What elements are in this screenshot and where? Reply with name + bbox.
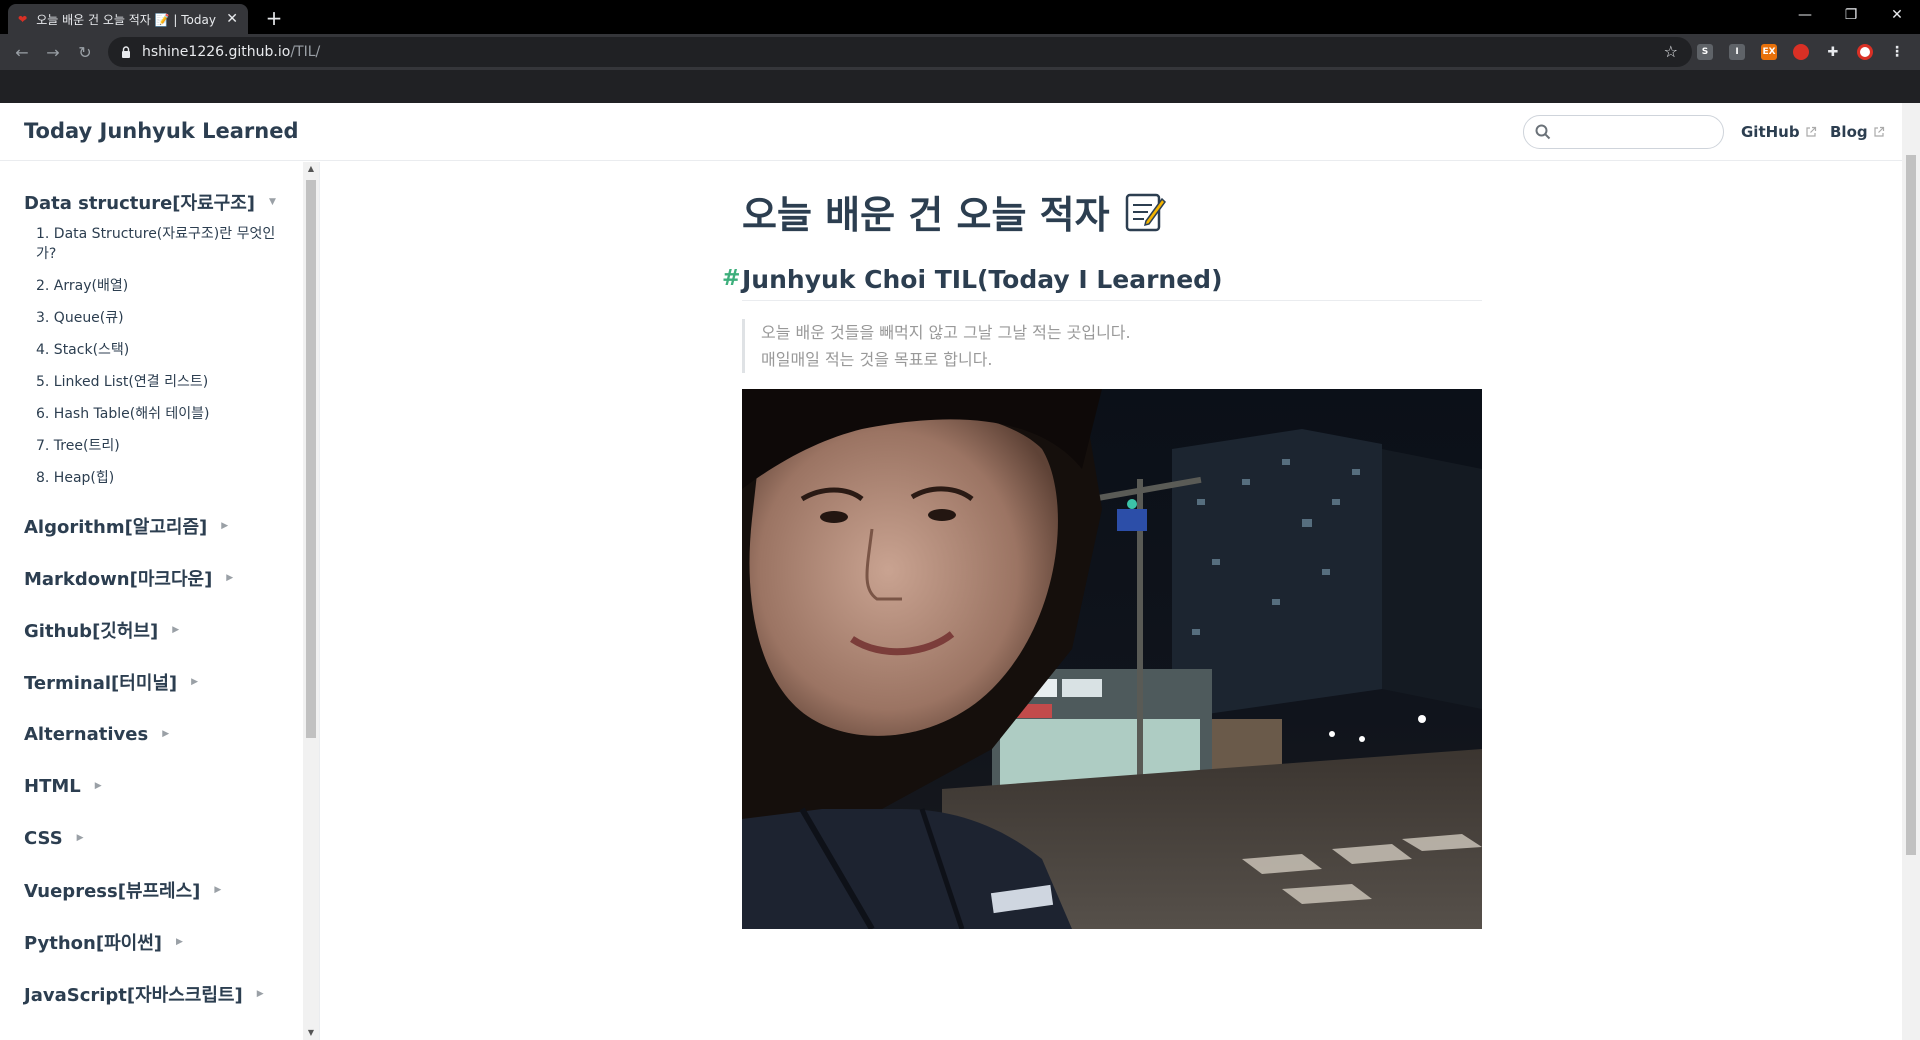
quote-line: 매일매일 적는 것을 목표로 합니다. [761, 350, 993, 369]
lock-icon [122, 46, 130, 58]
sidebar-group-github[interactable]: Github[깃허브] ▶ [0, 604, 319, 656]
sidebar-item[interactable]: 6. Hash Table(해쉬 테이블) [36, 404, 289, 424]
chevron-right-icon: ▶ [162, 729, 170, 739]
reload-button[interactable]: ↻ [72, 39, 98, 65]
address-bar[interactable]: hshine1226.github.io/TIL/ ☆ [108, 37, 1692, 67]
sidebar-scrollbar[interactable]: ▲ ▼ [303, 162, 319, 1040]
sidebar-item[interactable]: 1. Data Structure(자료구조)란 무엇인가? [36, 224, 289, 264]
nav-link-label: Blog [1830, 123, 1868, 141]
restore-button[interactable]: ❐ [1828, 0, 1874, 30]
sidebar-item[interactable]: 2. Array(배열) [36, 276, 289, 296]
scroll-down-arrow-icon[interactable]: ▼ [306, 1028, 316, 1038]
extension-s-icon[interactable]: S [1697, 44, 1713, 60]
extension-i-icon[interactable]: I [1729, 44, 1745, 60]
browser-toolbar: ← → ↻ hshine1226.github.io/TIL/ ☆ S I EX… [0, 34, 1920, 70]
section-heading: # Junhyuk Choi TIL(Today I Learned) [722, 265, 1482, 301]
sidebar-group-alternatives[interactable]: Alternatives ▶ [0, 708, 319, 760]
web-page: Today Junhyuk Learned GitHub Blog Data s… [0, 103, 1920, 1040]
quote-line: 오늘 배운 것들을 빼먹지 않고 그날 그날 적는 곳입니다. [761, 323, 1131, 342]
sidebar-group-title: CSS [24, 827, 63, 849]
chevron-right-icon: ▶ [94, 781, 102, 791]
tab-strip: ❤ 오늘 배운 건 오늘 적자 📝 | Today Junhyuk Learne… [0, 0, 1920, 34]
nav-link-github[interactable]: GitHub [1741, 123, 1817, 141]
heading-anchor-link[interactable]: # [722, 266, 740, 291]
sidebar-group-title: Markdown[마크다운] [24, 569, 213, 590]
sidebar-group-python[interactable]: Python[파이썬] ▶ [0, 916, 319, 968]
night-street-selfie-image [742, 389, 1482, 929]
site-navbar: Today Junhyuk Learned GitHub Blog [0, 103, 1902, 161]
bookmark-star-icon[interactable]: ☆ [1664, 42, 1678, 61]
sidebar-group-css[interactable]: CSS ▶ [0, 812, 319, 864]
extension-ex-icon[interactable]: EX [1761, 44, 1777, 60]
sidebar-scroll-thumb[interactable] [306, 180, 316, 738]
chevron-right-icon: ▶ [214, 885, 222, 895]
sidebar-group-title: HTML [24, 775, 81, 797]
search-box[interactable] [1523, 115, 1724, 149]
close-tab-icon[interactable]: ✕ [226, 11, 238, 27]
chevron-right-icon: ▶ [176, 937, 183, 947]
sidebar-group-title: JavaScript[자바스크립트] [24, 985, 243, 1006]
minimize-button[interactable]: — [1782, 0, 1828, 30]
sidebar-group-data-structure[interactable]: Data structure[자료구조] ▼ [0, 176, 319, 228]
sidebar-group-title: Algorithm[알고리즘] [24, 517, 208, 538]
memo-emoji-icon [1125, 193, 1166, 231]
chevron-right-icon: ▶ [76, 833, 84, 843]
chevron-right-icon: ▶ [191, 677, 199, 687]
chevron-down-icon: ▼ [268, 197, 276, 207]
chevron-right-icon: ▶ [172, 625, 180, 635]
sidebar-group-title: Data structure[자료구조] [24, 193, 255, 214]
page-title: 오늘 배운 건 오늘 적자 [742, 184, 1482, 239]
sidebar-group-vuepress[interactable]: Vuepress[뷰프레스] ▶ [0, 864, 319, 916]
external-link-icon [1874, 126, 1884, 137]
tab-title: 오늘 배운 건 오늘 적자 📝 | Today Junhyuk Learned [36, 12, 218, 27]
search-input[interactable] [1560, 122, 1710, 142]
sidebar-item[interactable]: 5. Linked List(연결 리스트) [36, 372, 289, 392]
sidebar-item[interactable]: 4. Stack(스택) [36, 340, 289, 360]
page-scroll-thumb[interactable] [1906, 155, 1916, 855]
sidebar-group-html[interactable]: HTML ▶ [0, 760, 319, 812]
heart-favicon-icon: ❤ [18, 12, 28, 26]
chevron-right-icon: ▶ [256, 989, 264, 999]
sidebar-item-list: 1. Data Structure(자료구조)란 무엇인가? 2. Array(… [0, 224, 319, 488]
url-path: /TIL/ [290, 44, 321, 60]
back-button[interactable]: ← [9, 39, 35, 65]
close-window-button[interactable]: ✕ [1874, 0, 1920, 30]
chevron-right-icon: ▶ [221, 521, 229, 531]
url-host: hshine1226.github.io [142, 44, 291, 60]
page-title-text: 오늘 배운 건 오늘 적자 [742, 193, 1110, 237]
search-icon [1535, 124, 1551, 140]
section-heading-text: Junhyuk Choi TIL(Today I Learned) [742, 265, 1223, 294]
page-scrollbar[interactable] [1902, 103, 1920, 1040]
sidebar-group-algorithm[interactable]: Algorithm[알고리즘] ▶ [0, 500, 319, 552]
intro-blockquote: 오늘 배운 것들을 빼먹지 않고 그날 그날 적는 곳입니다. 매일매일 적는 … [742, 319, 1482, 373]
browser-tab[interactable]: ❤ 오늘 배운 건 오늘 적자 📝 | Today Junhyuk Learne… [8, 4, 248, 34]
sidebar-group-terminal[interactable]: Terminal[터미널] ▶ [0, 656, 319, 708]
sidebar-group-title: Python[파이썬] [24, 933, 162, 954]
profile-avatar-icon[interactable] [1857, 44, 1873, 60]
sidebar-group-title: Github[깃허브] [24, 621, 159, 642]
sidebar: Data structure[자료구조] ▼ 1. Data Structure… [0, 162, 320, 1040]
sidebar-group-title: Vuepress[뷰프레스] [24, 881, 201, 902]
extension-red-icon[interactable] [1793, 44, 1809, 60]
sidebar-group-javascript[interactable]: JavaScript[자바스크립트] ▶ [0, 968, 319, 1020]
scroll-up-arrow-icon[interactable]: ▲ [306, 164, 316, 174]
external-link-icon [1805, 126, 1816, 137]
browser-menu-icon[interactable]: ⋮ [1889, 44, 1905, 60]
extensions-puzzle-icon[interactable]: ✚ [1825, 44, 1841, 60]
sidebar-item[interactable]: 8. Heap(힙) [36, 468, 289, 488]
sidebar-item[interactable]: 7. Tree(트리) [36, 436, 289, 456]
sidebar-group-markdown[interactable]: Markdown[마크다운] ▶ [0, 552, 319, 604]
sidebar-item[interactable]: 3. Queue(큐) [36, 308, 289, 328]
new-tab-button[interactable]: + [260, 4, 288, 32]
forward-button[interactable]: → [40, 39, 66, 65]
sidebar-group-title: Alternatives [24, 723, 149, 745]
site-name-link[interactable]: Today Junhyuk Learned [24, 119, 298, 143]
nav-link-label: GitHub [1741, 123, 1800, 141]
nav-link-blog[interactable]: Blog [1830, 123, 1885, 141]
chevron-right-icon: ▶ [226, 573, 234, 583]
profile-photo [742, 389, 1482, 929]
sidebar-group-title: Terminal[터미널] [24, 673, 178, 694]
bookmarks-bar [0, 70, 1920, 103]
main-content: 오늘 배운 건 오늘 적자 # Junhyuk Choi TIL(Today I… [722, 162, 1482, 929]
